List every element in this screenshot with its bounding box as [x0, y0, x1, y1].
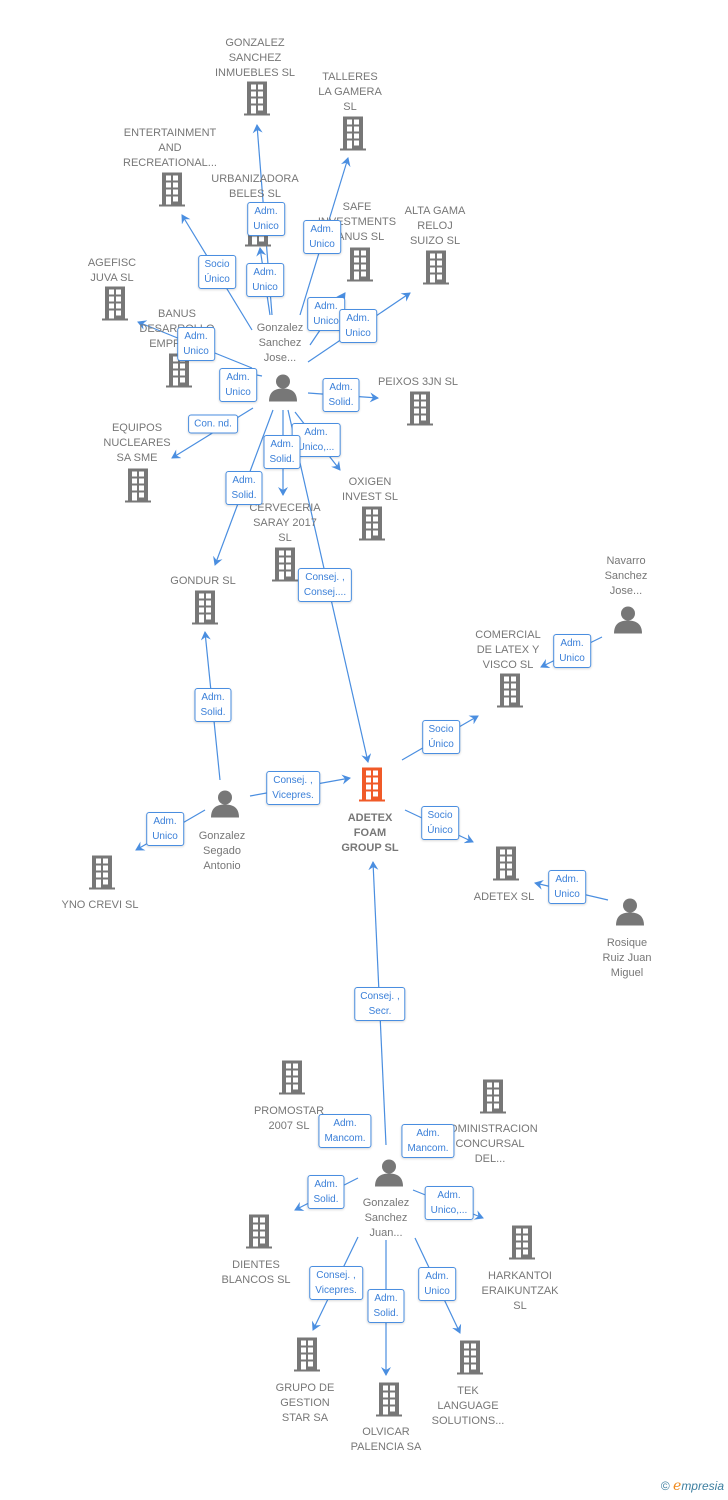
- building-icon[interactable]: [279, 1060, 305, 1100]
- edge-role-label: Socio Único: [198, 255, 236, 289]
- person-icon[interactable]: [210, 790, 240, 823]
- company-node-label[interactable]: YNO CREVI SL: [40, 898, 160, 913]
- edge-role-label: Adm. Unico: [548, 870, 586, 904]
- building-icon[interactable]: [423, 250, 449, 290]
- company-node-label[interactable]: ADETEX FOAM GROUP SL: [310, 811, 430, 856]
- company-node-label[interactable]: DIENTES BLANCOS SL: [196, 1258, 316, 1288]
- company-node-label[interactable]: OLVICAR PALENCIA SA: [326, 1425, 446, 1455]
- person-node-label[interactable]: Navarro Sanchez Jose...: [566, 554, 686, 599]
- edge-role-label: Adm. Unico: [247, 202, 285, 236]
- edge-role-label: Adm. Unico: [339, 309, 377, 343]
- edge-role-label: Adm. Unico: [146, 812, 184, 846]
- building-icon[interactable]: [246, 1214, 272, 1254]
- edge-role-label: Consej. , Vicepres.: [309, 1266, 363, 1300]
- company-node-label[interactable]: AGEFISC JUVA SL: [52, 256, 172, 286]
- edge-role-label: Con. nd.: [188, 414, 238, 434]
- building-icon[interactable]: [159, 172, 185, 212]
- edge-role-label: Adm. Mancom.: [318, 1114, 372, 1148]
- building-icon[interactable]: [480, 1079, 506, 1119]
- edge-role-label: Socio Único: [422, 720, 460, 754]
- company-node-label[interactable]: COMERCIAL DE LATEX Y VISCO SL: [448, 628, 568, 673]
- person-icon[interactable]: [613, 606, 643, 639]
- copyright-symbol: ©: [660, 1479, 670, 1493]
- company-node-label[interactable]: HARKANTOI ERAIKUNTZAK SL: [460, 1269, 580, 1314]
- edge-role-label: Adm. Solid.: [307, 1175, 345, 1209]
- edge-role-label: Adm. Unico: [418, 1267, 456, 1301]
- edge-role-label: Adm. Mancom.: [401, 1124, 455, 1158]
- building-icon[interactable]: [376, 1382, 402, 1422]
- edge-role-label: Adm. Solid.: [194, 688, 232, 722]
- building-icon[interactable]: [294, 1337, 320, 1377]
- building-icon[interactable]: [125, 468, 151, 508]
- building-icon[interactable]: [192, 590, 218, 630]
- company-node-label[interactable]: PEIXOS 3JN SL: [358, 375, 478, 390]
- empresia-logo[interactable]: © empresia: [661, 1478, 724, 1494]
- building-icon[interactable]: [493, 846, 519, 886]
- company-node-label[interactable]: TEK LANGUAGE SOLUTIONS...: [408, 1384, 528, 1429]
- edge-role-label: Adm. Unico: [219, 368, 257, 402]
- edge-role-label: Adm. Unico: [303, 220, 341, 254]
- company-node-label[interactable]: ENTERTAINMENT AND RECREATIONAL...: [110, 126, 230, 171]
- edge-role-label: Consej. , Vicepres.: [266, 771, 320, 805]
- building-icon[interactable]: [340, 116, 366, 156]
- company-node-label[interactable]: EQUIPOS NUCLEARES SA SME: [77, 421, 197, 466]
- edge-role-label: Adm. Unico,...: [424, 1186, 474, 1220]
- edge-role-label: Adm. Solid.: [263, 435, 301, 469]
- network-diagram: © empresia GONZALEZ SANCHEZ INMUEBLES SL…: [0, 0, 728, 1500]
- company-node-label[interactable]: ALTA GAMA RELOJ SUIZO SL: [375, 204, 495, 249]
- building-icon[interactable]: [509, 1225, 535, 1265]
- person-icon[interactable]: [374, 1159, 404, 1192]
- person-icon[interactable]: [268, 374, 298, 407]
- building-icon[interactable]: [89, 855, 115, 895]
- building-icon[interactable]: [457, 1340, 483, 1380]
- edge-role-label: Adm. Unico: [177, 327, 215, 361]
- building-icon[interactable]: [359, 506, 385, 546]
- company-node-label[interactable]: GONDUR SL: [143, 574, 263, 589]
- company-node-label[interactable]: URBANIZADORA BELES SL: [195, 172, 315, 202]
- building-icon[interactable]: [497, 673, 523, 713]
- person-node-label[interactable]: Rosique Ruiz Juan Miguel: [567, 936, 687, 981]
- edge-role-label: Consej. , Consej....: [297, 568, 353, 602]
- building-icon[interactable]: [359, 767, 385, 807]
- company-node-label[interactable]: ADETEX SL: [444, 890, 564, 905]
- company-node-label[interactable]: TALLERES LA GAMERA SL: [290, 70, 410, 115]
- company-node-label[interactable]: GRUPO DE GESTION STAR SA: [245, 1381, 365, 1426]
- edge-role-label: Adm. Solid.: [322, 378, 360, 412]
- edge-role-label: Adm. Unico: [553, 634, 591, 668]
- edge-role-label: Adm. Solid.: [225, 471, 263, 505]
- edge-role-label: Adm. Solid.: [367, 1289, 405, 1323]
- company-node-label[interactable]: CERVECERIA SARAY 2017 SL: [225, 501, 345, 546]
- building-icon[interactable]: [244, 81, 270, 121]
- edge-role-label: Consej. , Secr.: [354, 987, 406, 1021]
- building-icon[interactable]: [272, 547, 298, 587]
- edge-role-label: Socio Único: [421, 806, 459, 840]
- person-icon[interactable]: [615, 898, 645, 931]
- building-icon[interactable]: [347, 247, 373, 287]
- building-icon[interactable]: [407, 391, 433, 431]
- edge-role-label: Adm. Unico: [246, 263, 284, 297]
